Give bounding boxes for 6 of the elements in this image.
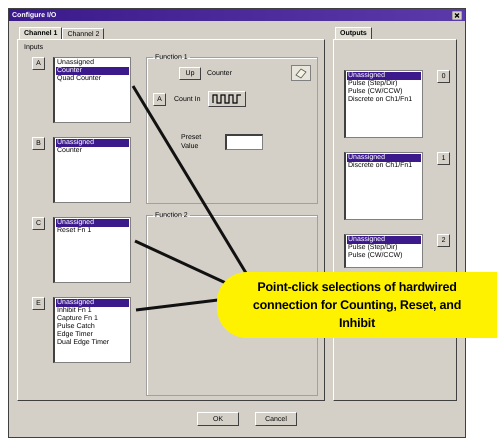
eraser-icon[interactable]: [291, 65, 311, 81]
preset-field[interactable]: [225, 134, 263, 150]
square-wave-icon: [212, 93, 242, 105]
close-icon[interactable]: [452, 10, 462, 20]
waveform-button[interactable]: [208, 91, 246, 107]
callout-text: Point-click selections of hardwired connection for Counting, Reset, and Inhibit: [252, 279, 462, 332]
